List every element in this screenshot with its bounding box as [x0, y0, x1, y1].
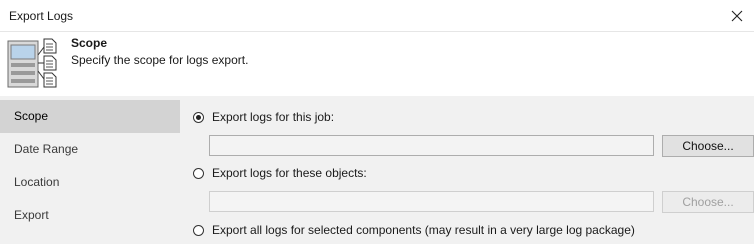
close-button[interactable]: [720, 0, 754, 31]
page-title: Scope: [71, 36, 108, 50]
objects-radio-option[interactable]: Export logs for these objects:: [193, 164, 367, 182]
sidebar-item-export[interactable]: Export: [0, 199, 180, 232]
server-logs-icon: [7, 38, 57, 88]
objects-field: [209, 191, 654, 212]
close-icon: [731, 10, 743, 21]
job-radio-button[interactable]: [193, 111, 204, 123]
wizard-header: Scope Specify the scope for logs export.: [0, 32, 754, 96]
choose-job-button[interactable]: Choose...: [662, 135, 754, 157]
choose-objects-button: Choose...: [662, 191, 754, 213]
title-bar: Export Logs: [0, 0, 754, 32]
sidebar-item-scope[interactable]: Scope: [0, 100, 180, 133]
all-logs-radio-label: Export all logs for selected components …: [212, 223, 635, 237]
wizard-steps-sidebar: Scope Date Range Location Export: [0, 96, 180, 244]
job-field[interactable]: [209, 135, 654, 156]
job-radio-label: Export logs for this job:: [212, 110, 335, 124]
objects-radio-button[interactable]: [193, 167, 204, 179]
window-title: Export Logs: [9, 9, 74, 23]
page-subtitle: Specify the scope for logs export.: [71, 53, 249, 67]
scope-options-panel: Export logs for this job: Choose... Expo…: [180, 96, 754, 244]
job-radio-option[interactable]: Export logs for this job:: [193, 108, 334, 126]
objects-radio-label: Export logs for these objects:: [212, 166, 367, 180]
sidebar-item-location[interactable]: Location: [0, 166, 180, 199]
all-logs-radio-button[interactable]: [193, 224, 204, 236]
sidebar-item-date-range[interactable]: Date Range: [0, 133, 180, 166]
all-logs-radio-option[interactable]: Export all logs for selected components …: [193, 221, 635, 239]
